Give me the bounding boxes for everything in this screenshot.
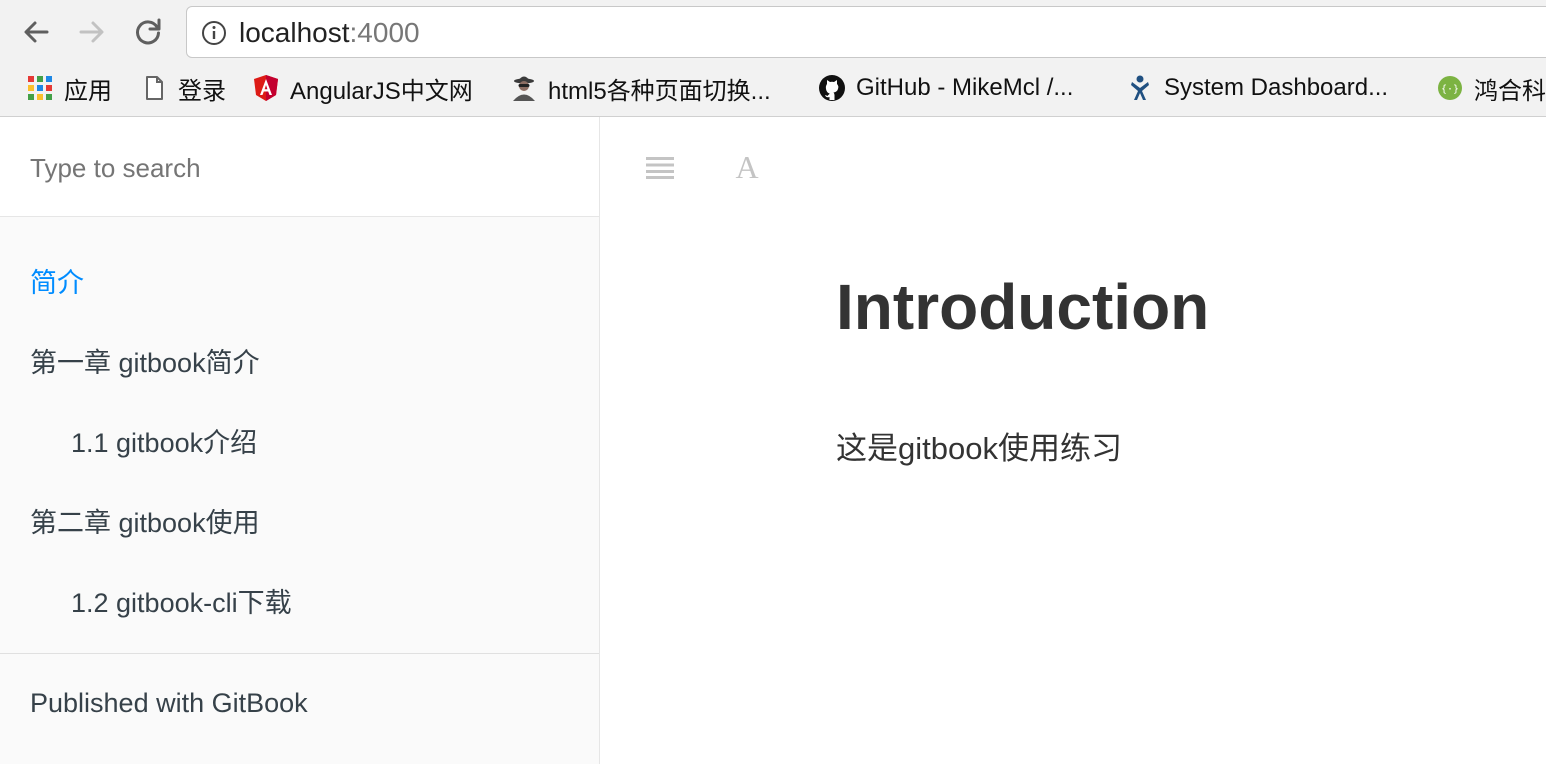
bookmark-label: html5各种页面切换... bbox=[548, 77, 771, 105]
url-host: localhost bbox=[239, 17, 350, 48]
page-paragraph: 这是gitbook使用练习 bbox=[836, 431, 1122, 466]
arrow-left-icon bbox=[24, 21, 49, 43]
toc-item-1-1[interactable]: 1.1 gitbook介绍 bbox=[71, 421, 257, 460]
book-summary-sidebar: 简介 第一章 gitbook简介 1.1 gitbook介绍 第二章 gitbo… bbox=[0, 117, 600, 764]
bookmark-angularjs[interactable]: AngularJS中文网 bbox=[252, 72, 473, 105]
github-octocat-icon bbox=[819, 75, 845, 101]
bookmark-label: 登录 bbox=[178, 77, 226, 105]
search-input[interactable] bbox=[28, 147, 572, 189]
book-body: A Introduction 这是gitbook使用练习 bbox=[600, 117, 1546, 764]
forward-button[interactable] bbox=[70, 10, 114, 54]
address-bar[interactable]: localhost:4000 bbox=[186, 6, 1546, 58]
info-icon[interactable] bbox=[201, 20, 227, 46]
search-box bbox=[0, 117, 599, 217]
back-button[interactable] bbox=[14, 10, 58, 54]
apps-grid-icon bbox=[28, 76, 52, 100]
toc-item-1-2[interactable]: 1.2 gitbook-cli下载 bbox=[71, 581, 292, 620]
bookmark-label: 鸿合科 bbox=[1474, 77, 1546, 105]
menu-lines-icon bbox=[646, 157, 674, 179]
bookmark-system-dashboard[interactable]: System Dashboard... bbox=[1126, 72, 1388, 104]
reload-button[interactable] bbox=[126, 10, 170, 54]
font-a-icon: A bbox=[735, 149, 759, 185]
arrow-right-icon bbox=[79, 21, 104, 43]
toc-item-intro[interactable]: 简介 bbox=[30, 261, 84, 300]
spy-avatar-icon bbox=[513, 76, 535, 101]
url-port: :4000 bbox=[349, 17, 420, 48]
published-with-gitbook-link[interactable]: Published with GitBook bbox=[30, 688, 308, 719]
svg-text:{·}: {·} bbox=[1441, 84, 1459, 95]
reload-icon bbox=[136, 18, 161, 45]
toc-item-chapter-1[interactable]: 第一章 gitbook简介 bbox=[30, 341, 260, 380]
font-settings-button[interactable]: A bbox=[727, 147, 767, 187]
bookmark-label: 应用 bbox=[64, 77, 112, 105]
bookmark-honghe[interactable]: {·} 鸿合科 bbox=[1436, 72, 1546, 105]
green-circle-icon: {·} bbox=[1438, 76, 1462, 100]
angular-shield-icon bbox=[254, 75, 278, 101]
bookmark-html5[interactable]: html5各种页面切换... bbox=[510, 72, 771, 105]
bookmark-login[interactable]: 登录 bbox=[140, 72, 226, 105]
page-title: Introduction bbox=[836, 271, 1210, 343]
page-icon bbox=[146, 76, 163, 100]
bookmarks-bar: 应用 登录 AngularJS中文网 html5各种页面切换... GitHub… bbox=[0, 64, 1546, 112]
bookmark-label: System Dashboard... bbox=[1164, 74, 1389, 101]
toc-divider bbox=[0, 653, 599, 654]
bookmark-label: GitHub - MikeMcl /... bbox=[856, 74, 1074, 101]
jira-icon bbox=[1131, 75, 1149, 100]
toggle-sidebar-button[interactable] bbox=[640, 147, 680, 187]
browser-chrome: localhost:4000 应用 登录 AngularJS中文网 html5各… bbox=[0, 0, 1546, 117]
url-text: localhost:4000 bbox=[239, 18, 420, 48]
toc-item-chapter-2[interactable]: 第二章 gitbook使用 bbox=[30, 501, 260, 540]
bookmark-github[interactable]: GitHub - MikeMcl /... bbox=[818, 72, 1073, 104]
bookmark-apps[interactable]: 应用 bbox=[26, 72, 112, 105]
bookmark-label: AngularJS中文网 bbox=[290, 77, 473, 105]
